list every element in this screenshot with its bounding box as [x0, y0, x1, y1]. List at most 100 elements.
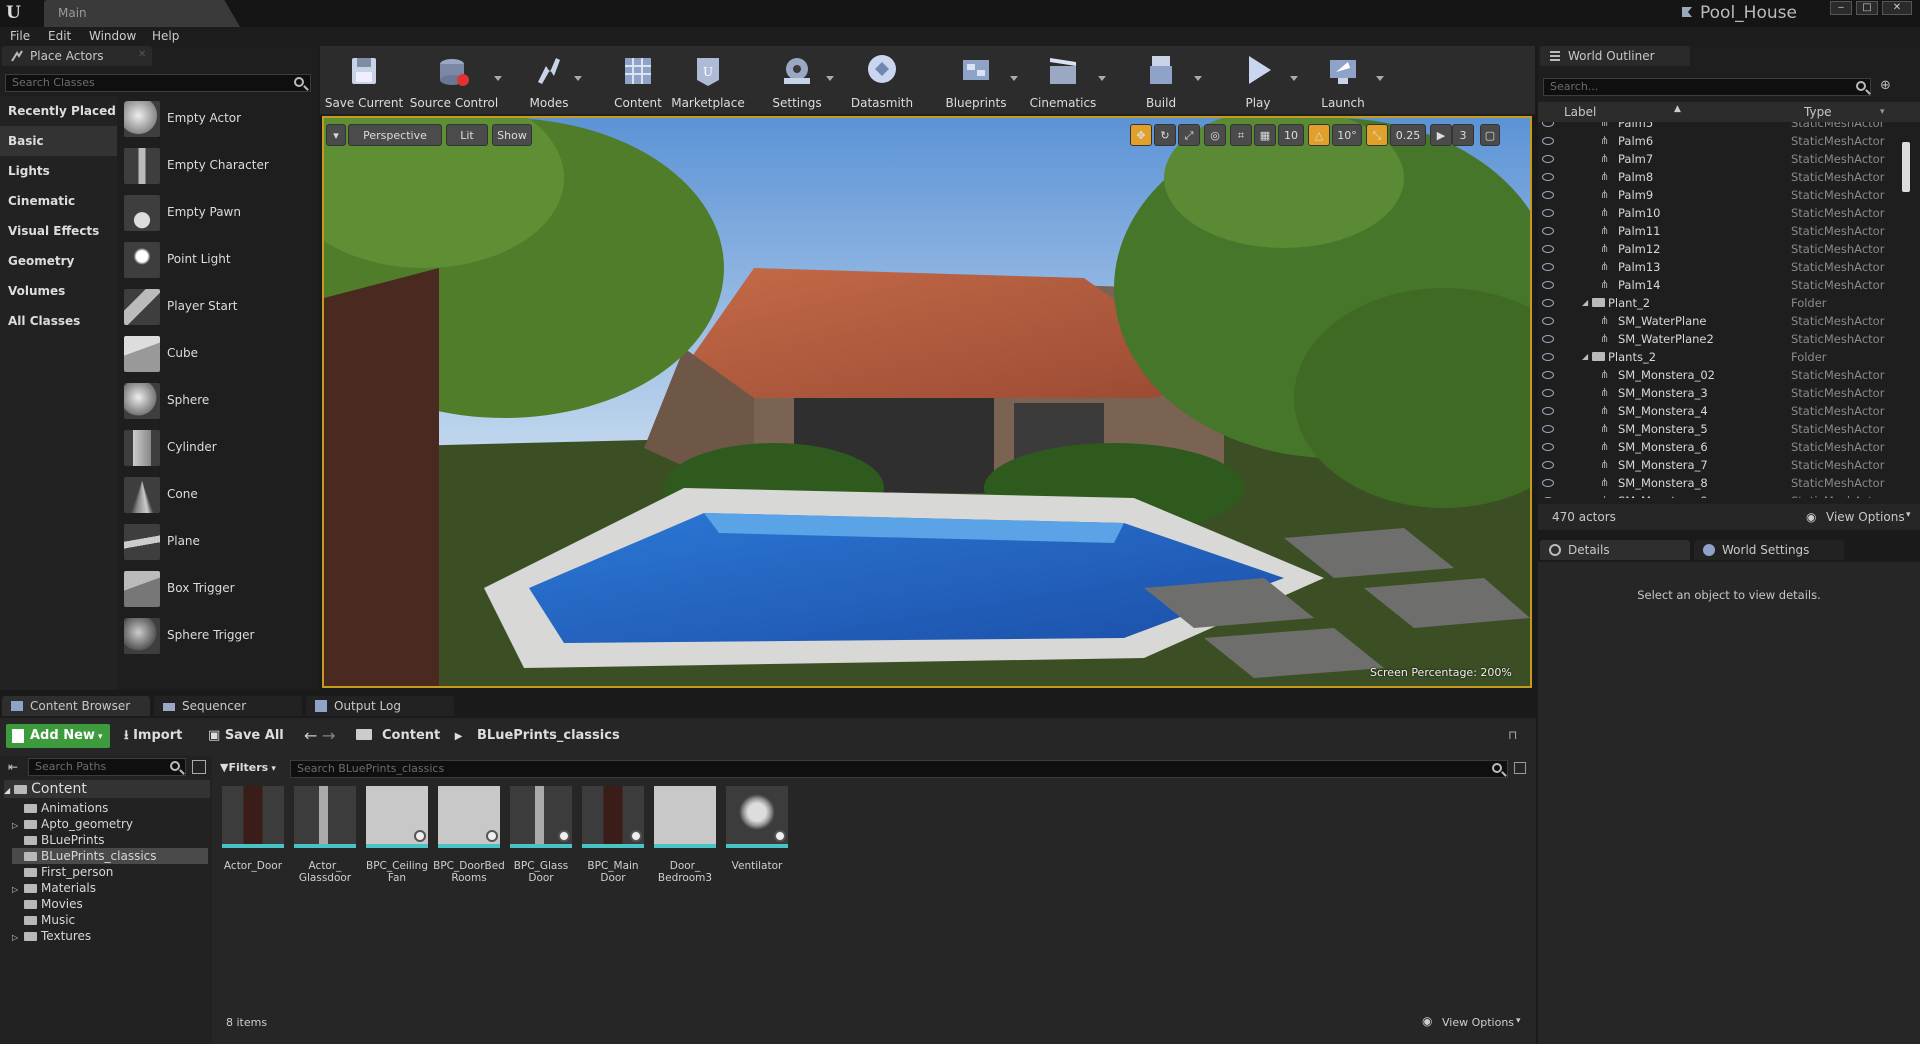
outliner-row[interactable]: ⋔ Palm9 StaticMeshActor — [1538, 186, 1894, 204]
actor-empty-character[interactable]: Empty Character — [117, 143, 312, 190]
filters-button[interactable]: ▼Filters ▾ — [220, 758, 284, 778]
visibility-eye-icon[interactable] — [1542, 209, 1554, 217]
translate-icon[interactable]: ✥ — [1130, 124, 1152, 146]
camera-speed-value[interactable]: 3 — [1452, 124, 1474, 146]
outliner-row[interactable]: ⋔ Palm8 StaticMeshActor — [1538, 168, 1894, 186]
outliner-row[interactable]: ⋔ SM_WaterPlane2 StaticMeshActor — [1538, 330, 1894, 348]
actor-sphere[interactable]: Sphere — [117, 378, 312, 425]
tab-sequencer[interactable]: Sequencer — [154, 696, 302, 716]
expand-icon[interactable]: ◢ — [1582, 348, 1588, 366]
content-view-options-dropdown-icon[interactable]: ▾ — [1516, 1016, 1521, 1026]
visibility-eye-icon[interactable] — [1542, 371, 1554, 379]
outliner-row[interactable]: ⋔ Palm6 StaticMeshActor — [1538, 132, 1894, 150]
search-classes-input[interactable]: Search Classes — [5, 74, 311, 92]
blueprints-dropdown-icon[interactable] — [1010, 76, 1018, 81]
play-dropdown-icon[interactable] — [1290, 76, 1298, 81]
visibility-eye-icon[interactable] — [1542, 461, 1554, 469]
type-column-dropdown-icon[interactable]: ▾ — [1880, 107, 1885, 117]
outliner-row[interactable]: ⋔ Palm7 StaticMeshActor — [1538, 150, 1894, 168]
label-column-header[interactable]: Label — [1564, 105, 1596, 119]
visibility-eye-icon[interactable] — [1542, 317, 1554, 325]
grid-snap-icon[interactable]: ▦ — [1254, 124, 1276, 146]
visibility-eye-icon[interactable] — [1542, 443, 1554, 451]
settings-dropdown-icon[interactable] — [826, 76, 834, 81]
level-tab-main[interactable]: Main — [44, 0, 240, 27]
cinematics-dropdown-icon[interactable] — [1098, 76, 1106, 81]
tree-music[interactable]: Music — [12, 912, 208, 928]
actor-sphere-trigger[interactable]: Sphere Trigger — [117, 613, 312, 660]
visibility-eye-icon[interactable] — [1542, 191, 1554, 199]
actor-point-light[interactable]: Point Light — [117, 237, 312, 284]
actor-empty-actor[interactable]: Empty Actor — [117, 96, 312, 143]
actor-box-trigger[interactable]: Box Trigger — [117, 566, 312, 613]
menu-edit[interactable]: Edit — [48, 27, 71, 46]
maximize-viewport-icon[interactable]: ▢ — [1480, 124, 1500, 146]
camera-speed-icon[interactable]: ▶ — [1430, 124, 1452, 146]
tree-root-content[interactable]: ◢ Content — [4, 780, 210, 798]
rotation-snap-icon[interactable]: △ — [1308, 124, 1330, 146]
tab-content-browser[interactable]: Content Browser — [2, 696, 150, 716]
actor-empty-pawn[interactable]: Empty Pawn — [117, 190, 312, 237]
tree-animations[interactable]: Animations — [12, 800, 208, 816]
tree-materials[interactable]: ▷ Materials — [12, 880, 208, 896]
visibility-eye-icon[interactable] — [1542, 335, 1554, 343]
actor-cone[interactable]: Cone — [117, 472, 312, 519]
launch-dropdown-icon[interactable] — [1376, 76, 1384, 81]
rotate-icon[interactable]: ↻ — [1154, 124, 1176, 146]
scale-snap-value[interactable]: 0.25 — [1390, 124, 1426, 146]
modes-dropdown-icon[interactable] — [574, 76, 582, 81]
tab-world-settings[interactable]: World Settings — [1694, 540, 1844, 560]
blueprints-button[interactable]: Blueprints — [934, 46, 1018, 116]
tree-expand-icon[interactable]: ▷ — [12, 930, 24, 946]
visibility-eye-icon[interactable] — [1542, 479, 1554, 487]
grid-snap-value[interactable]: 10 — [1278, 124, 1304, 146]
minimize-button[interactable]: ‒ — [1830, 1, 1852, 15]
close-button[interactable]: ✕ — [1882, 1, 1912, 15]
build-dropdown-icon[interactable] — [1194, 76, 1202, 81]
modes-button[interactable]: Modes — [516, 46, 582, 116]
content-view-options-button[interactable]: View Options — [1442, 1016, 1514, 1029]
save-all-button[interactable]: ▣ Save All — [208, 724, 292, 748]
visibility-eye-icon[interactable] — [1542, 299, 1554, 307]
type-column-header[interactable]: Type — [1804, 105, 1832, 119]
source-control-status-icon[interactable] — [1680, 5, 1694, 19]
marketplace-button[interactable]: U Marketplace — [670, 46, 746, 116]
tree-blueprints[interactable]: BLuePrints — [12, 832, 208, 848]
visibility-eye-icon[interactable] — [1542, 353, 1554, 361]
outliner-create-folder-icon[interactable]: ⊕ — [1880, 78, 1900, 96]
menu-help[interactable]: Help — [152, 27, 179, 46]
outliner-row[interactable]: ⋔ Palm5 StaticMeshActor — [1538, 122, 1894, 132]
asset-actor-glassdoor[interactable]: Actor_ Glassdoor — [294, 786, 356, 896]
asset-bpc-main-door[interactable]: BPC_Main Door — [582, 786, 644, 896]
asset-door-bedroom3[interactable]: Door_ Bedroom3 — [654, 786, 716, 896]
outliner-scrollbar[interactable] — [1902, 142, 1910, 192]
asset-bpc-glass-door[interactable]: BPC_Glass Door — [510, 786, 572, 896]
asset-bpc-doorbed-rooms[interactable]: BPC_DoorBed Rooms — [433, 786, 505, 896]
level-viewport[interactable]: ▾ Perspective Lit Show ✥ ↻ ⤢ ◎ ⌗ ▦ 10 △ … — [322, 116, 1532, 688]
save-current-button[interactable]: Save Current — [324, 46, 404, 116]
actor-player-start[interactable]: Player Start — [117, 284, 312, 331]
menu-file[interactable]: File — [10, 27, 30, 46]
lit-button[interactable]: Lit — [446, 124, 488, 146]
breadcrumb-blueprints-classics[interactable]: BLuePrints_classics — [477, 728, 620, 743]
import-button[interactable]: ⭳ Import — [124, 724, 196, 748]
path-folder-icon[interactable] — [356, 729, 372, 740]
visibility-eye-icon[interactable] — [1542, 155, 1554, 163]
show-button[interactable]: Show — [492, 124, 532, 146]
asset-bpc-ceiling-fan[interactable]: BPC_Ceiling Fan — [366, 786, 428, 896]
outliner-view-options-button[interactable]: View Options — [1826, 510, 1905, 524]
visibility-eye-icon[interactable] — [1542, 227, 1554, 235]
lock-icon[interactable]: ⊓ — [1508, 728, 1517, 742]
perspective-button[interactable]: Perspective — [348, 124, 442, 146]
tab-world-outliner[interactable]: World Outliner — [1540, 46, 1690, 66]
history-forward-icon[interactable]: → — [322, 726, 335, 745]
maximize-button[interactable]: □ — [1856, 1, 1878, 15]
visibility-eye-icon[interactable] — [1542, 281, 1554, 289]
source-control-dropdown-icon[interactable] — [494, 76, 502, 81]
search-assets-input[interactable]: Search BLuePrints_classics — [290, 760, 1508, 778]
add-new-button[interactable]: Add New ▾ — [6, 724, 110, 748]
content-button[interactable]: Content — [610, 46, 666, 116]
visibility-eye-icon[interactable] — [1542, 122, 1554, 127]
build-button[interactable]: Build — [1120, 46, 1202, 116]
outliner-folder-row[interactable]: ◢ Plants_2 Folder — [1538, 348, 1894, 366]
